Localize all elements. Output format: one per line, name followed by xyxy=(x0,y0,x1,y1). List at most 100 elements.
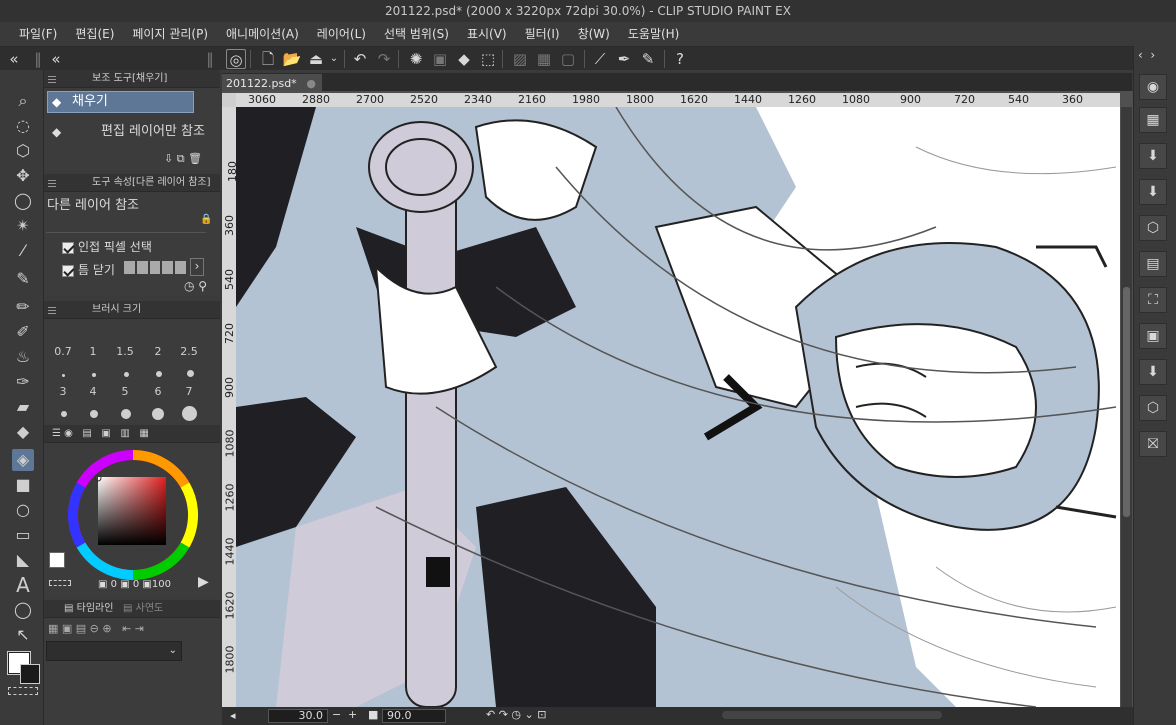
selection3-icon[interactable]: ▢ xyxy=(558,49,578,69)
subtool-actions[interactable]: ⇩ ⧉ 🗑 xyxy=(164,152,202,166)
fill-tool-icon[interactable]: ◈ xyxy=(12,449,34,471)
color-wheel[interactable] xyxy=(64,446,202,584)
collapse-panel-icon[interactable]: « xyxy=(46,49,66,69)
loading-icon[interactable]: ✺ xyxy=(406,49,426,69)
transparent-chip[interactable] xyxy=(8,687,38,695)
menu-page[interactable]: 페이지 관리(P) xyxy=(125,22,219,46)
clear-icon[interactable]: ▣ xyxy=(430,49,450,69)
export-icon[interactable]: ▣ xyxy=(1139,323,1167,349)
figure-icon[interactable]: ○ xyxy=(12,499,34,521)
chevron-right-icon[interactable]: › xyxy=(190,258,204,276)
size-2.5[interactable]: 2.5 xyxy=(174,345,204,358)
zoom-out-icon[interactable]: − xyxy=(332,708,341,721)
object-icon[interactable]: ⬡ xyxy=(12,140,34,162)
gift-icon[interactable]: ⛝ xyxy=(1139,431,1167,457)
help-icon[interactable]: ? xyxy=(670,49,690,69)
gradient-icon[interactable]: ■ xyxy=(12,474,34,496)
subtool-fill[interactable]: 채우기 xyxy=(47,91,194,113)
magic-wand-icon[interactable]: ✴ xyxy=(12,215,34,237)
size-1[interactable]: 1 xyxy=(78,345,108,358)
new-icon[interactable]: 🗋 xyxy=(258,49,278,69)
size-5[interactable]: 5 xyxy=(110,385,140,398)
gap-level-selector[interactable] xyxy=(124,261,186,274)
move-icon[interactable]: ✥ xyxy=(12,165,34,187)
subtool-ref-edit-layer[interactable]: 편집 레이어만 참조 xyxy=(47,121,207,143)
redo-icon[interactable]: ↷ xyxy=(374,49,394,69)
pencil-icon[interactable]: ✎ xyxy=(638,49,658,69)
transform-icon[interactable]: ⬚ xyxy=(478,49,498,69)
collapse-right-icon[interactable]: ‹ › xyxy=(1138,48,1155,62)
view-controls[interactable]: ↶ ↷ ◷ ⌄ ⊡ xyxy=(486,708,546,721)
menu-window[interactable]: 창(W) xyxy=(571,22,621,46)
tab-storyboard[interactable]: ▤ 사연도 xyxy=(123,603,163,614)
timeline-toolbar[interactable]: ▦ ▣ ▤ ⊖ ⊕ ⇤ ⇥ xyxy=(48,622,144,635)
selection2-icon[interactable]: ▦ xyxy=(534,49,554,69)
transparent-swatch[interactable] xyxy=(49,580,71,586)
material2-icon[interactable]: ⬇ xyxy=(1139,179,1167,205)
lock-icon[interactable]: 🔒 xyxy=(200,214,212,225)
menu-layer[interactable]: 레이어(L) xyxy=(310,22,377,46)
cube-icon[interactable]: ⬡ xyxy=(1139,215,1167,241)
size-7[interactable]: 7 xyxy=(174,385,204,398)
3d-icon[interactable]: ⬡ xyxy=(1139,395,1167,421)
size-0.7[interactable]: 0.7 xyxy=(48,345,78,358)
brush-icon[interactable]: ✐ xyxy=(12,321,34,343)
menu-file[interactable]: 파일(F) xyxy=(12,22,68,46)
option-close-gap[interactable]: 틈 닫기 xyxy=(62,261,115,278)
chevron-down-icon[interactable]: ⌄ xyxy=(324,49,344,69)
zoom-in-icon[interactable]: + xyxy=(348,708,357,721)
play-icon[interactable]: ▶ xyxy=(198,574,209,590)
option-adjacent[interactable]: 인접 픽셀 선택 xyxy=(62,238,152,255)
canvas-artwork[interactable] xyxy=(236,107,1120,707)
vertical-scrollbar[interactable] xyxy=(1121,107,1132,707)
eraser-icon[interactable]: ▰ xyxy=(12,396,34,418)
pen-icon[interactable]: ✒ xyxy=(614,49,634,69)
app-icon[interactable]: ◎ xyxy=(226,49,246,69)
fill-icon[interactable]: ◆ xyxy=(454,49,474,69)
pencil-tool-icon[interactable]: ✏ xyxy=(12,296,34,318)
menu-help[interactable]: 도움말(H) xyxy=(621,22,691,46)
page-icon[interactable]: ▤ xyxy=(1139,251,1167,277)
size-3[interactable]: 3 xyxy=(48,385,78,398)
collapse-left-icon[interactable]: « xyxy=(4,49,24,69)
navigator-icon[interactable]: ◉ xyxy=(1139,74,1167,100)
menu-edit[interactable]: 편집(E) xyxy=(68,22,125,46)
size-2[interactable]: 2 xyxy=(143,345,173,358)
rotate-icon[interactable]: ◌ xyxy=(12,115,34,137)
angle-input[interactable]: 90.0 xyxy=(382,709,446,723)
layer-icon[interactable]: ▦ xyxy=(1139,107,1167,133)
size-1.5[interactable]: 1.5 xyxy=(110,345,140,358)
eyedropper-icon[interactable]: ⁄ xyxy=(12,240,34,262)
text-icon[interactable]: A xyxy=(12,574,34,596)
color-main-chip[interactable] xyxy=(49,552,65,568)
open-icon[interactable]: 📂 xyxy=(282,49,302,69)
scroll-left-icon[interactable]: ◂ xyxy=(230,709,236,722)
ruler-tool-icon[interactable]: ◣ xyxy=(12,549,34,571)
sub-color-chip[interactable] xyxy=(20,664,40,684)
tab-timeline[interactable]: ▤ 타임라인 xyxy=(64,603,113,614)
timeline-select[interactable]: ⌄ xyxy=(46,641,182,661)
ruler-icon[interactable]: ⟋ xyxy=(590,49,610,69)
line-correction-icon[interactable]: ↖ xyxy=(12,624,34,646)
decoration-icon[interactable]: ✑ xyxy=(12,371,34,393)
balloon-icon[interactable]: ◯ xyxy=(12,599,34,621)
horizontal-scrollbar[interactable] xyxy=(722,711,942,719)
selection-icon[interactable]: ▨ xyxy=(510,49,530,69)
save-icon[interactable]: ⏏ xyxy=(306,49,326,69)
pen-tool-icon[interactable]: ✎ xyxy=(12,268,34,290)
import-icon[interactable]: ⬇ xyxy=(1139,359,1167,385)
menu-view[interactable]: 표시(V) xyxy=(460,22,518,46)
blend-icon[interactable]: ◆ xyxy=(12,421,34,443)
property-settings-icon[interactable]: ◷ ⚲ xyxy=(184,279,207,293)
lasso-icon[interactable]: ◯ xyxy=(12,190,34,212)
material-icon[interactable]: ⬇ xyxy=(1139,143,1167,169)
menu-selection[interactable]: 선택 범위(S) xyxy=(377,22,460,46)
menu-animation[interactable]: 애니메이션(A) xyxy=(219,22,310,46)
crop-icon[interactable]: ⛶ xyxy=(1139,287,1167,313)
size-6[interactable]: 6 xyxy=(143,385,173,398)
size-4[interactable]: 4 xyxy=(78,385,108,398)
zoom-input[interactable]: 30.0 xyxy=(268,709,328,723)
undo-icon[interactable]: ↶ xyxy=(350,49,370,69)
zoom-icon[interactable]: ⌕ xyxy=(12,90,34,112)
frame-icon[interactable]: ▭ xyxy=(12,524,34,546)
